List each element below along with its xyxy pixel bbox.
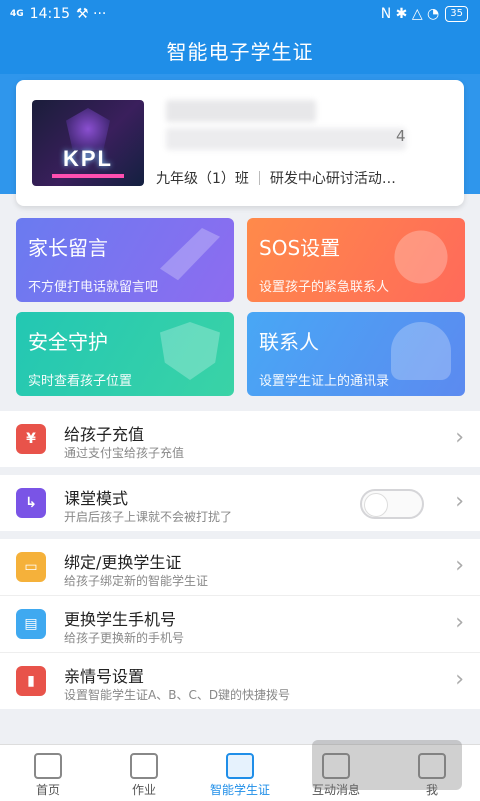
divider [258, 171, 260, 185]
student-profile-card[interactable]: KPL 4 九年级（1）班 研发中心研讨活动… [16, 80, 464, 206]
tile-title: 联系人 [259, 330, 319, 354]
toggle-knob [364, 493, 388, 517]
tile-title: 安全守护 [28, 330, 108, 354]
homework-icon [130, 753, 158, 779]
recharge-row[interactable]: ¥ 给孩子充值 通过支付宝给孩子充值 › [0, 411, 480, 467]
person-icon [391, 322, 451, 380]
class-name: 九年级（1）班 [156, 171, 249, 187]
safety-guard-tile[interactable]: 安全守护 实时查看孩子位置 [16, 312, 234, 396]
settings-group: ▭ 绑定/更换学生证 给孩子绑定新的智能学生证 › ▤ 更换学生手机号 给孩子更… [0, 539, 480, 709]
class-info: 九年级（1）班 研发中心研讨活动… [156, 168, 396, 188]
row-subtitle: 设置智能学生证A、B、C、D键的快捷拨号 [64, 688, 291, 702]
tile-subtitle: 设置学生证上的通讯录 [259, 374, 390, 389]
feature-tiles: 家长留言 不方便打电话就留言吧 SOS设置 设置孩子的紧急联系人 安全守护 实时… [16, 218, 465, 398]
clock: 14:15 [29, 6, 71, 22]
row-title: 给孩子充值 [64, 425, 145, 444]
system-icons: N ✱ △ ◔ [380, 6, 440, 22]
chevron-right-icon: › [455, 667, 464, 692]
id-suffix: 4 [396, 127, 406, 145]
student-card-icon [226, 753, 254, 779]
pencil-icon [160, 228, 220, 281]
tab-label: 作业 [131, 783, 156, 797]
status-extras: ⚒ ··· [76, 6, 107, 22]
status-bar: 4G 14:15 ⚒ ··· N ✱ △ ◔ 35 [0, 0, 480, 30]
class-mode-group: ↳ 课堂模式 开启后孩子上课就不会被打扰了 › [0, 475, 480, 531]
family-number-row[interactable]: ▮ 亲情号设置 设置智能学生证A、B、C、D键的快捷拨号 › [0, 652, 480, 709]
class-mode-icon: ↳ [16, 488, 46, 518]
tile-title: 家长留言 [28, 236, 108, 260]
bind-card-row[interactable]: ▭ 绑定/更换学生证 给孩子绑定新的智能学生证 › [0, 539, 480, 595]
row-subtitle: 给孩子更换新的手机号 [64, 631, 185, 645]
chevron-right-icon: › [455, 610, 464, 635]
family-phone-icon: ▮ [16, 666, 46, 696]
avatar-logo-text: KPL [63, 146, 113, 171]
row-title: 课堂模式 [64, 489, 129, 508]
school-name: 研发中心研讨活动… [269, 171, 396, 187]
class-mode-row[interactable]: ↳ 课堂模式 开启后孩子上课就不会被打扰了 › [0, 475, 480, 531]
home-icon [34, 753, 62, 779]
change-phone-row[interactable]: ▤ 更换学生手机号 给孩子更换新的手机号 › [0, 595, 480, 652]
crest-icon [66, 108, 110, 150]
tab-home[interactable]: 首页 [0, 745, 96, 801]
chevron-right-icon: › [455, 553, 464, 578]
chevron-right-icon: › [455, 489, 464, 514]
class-mode-toggle[interactable] [360, 489, 424, 519]
signal-label: 4G [10, 9, 24, 19]
row-subtitle: 给孩子绑定新的智能学生证 [64, 574, 209, 588]
tab-homework[interactable]: 作业 [96, 745, 192, 801]
phone-number-icon: ▤ [16, 609, 46, 639]
contacts-tile[interactable]: 联系人 设置学生证上的通讯录 [247, 312, 465, 396]
yuan-icon: ¥ [16, 424, 46, 454]
recharge-group: ¥ 给孩子充值 通过支付宝给孩子充值 › [0, 411, 480, 467]
tile-subtitle: 设置孩子的紧急联系人 [259, 280, 390, 295]
parent-message-tile[interactable]: 家长留言 不方便打电话就留言吧 [16, 218, 234, 302]
tab-label: 智能学生证 [209, 783, 270, 797]
row-title: 绑定/更换学生证 [64, 553, 182, 572]
row-subtitle: 通过支付宝给孩子充值 [64, 446, 185, 460]
tab-student-card[interactable]: 智能学生证 [192, 745, 288, 801]
row-title: 更换学生手机号 [64, 610, 177, 629]
tile-subtitle: 不方便打电话就留言吧 [28, 280, 159, 295]
watermark-overlay [312, 740, 462, 790]
page-title: 智能电子学生证 [0, 30, 480, 74]
row-subtitle: 开启后孩子上课就不会被打扰了 [64, 510, 233, 524]
avatar: KPL [32, 100, 144, 186]
tile-title: SOS设置 [259, 236, 341, 260]
battery-icon: 35 [445, 6, 468, 22]
sos-icon [394, 230, 448, 284]
tile-subtitle: 实时查看孩子位置 [28, 374, 133, 389]
sos-settings-tile[interactable]: SOS设置 设置孩子的紧急联系人 [247, 218, 465, 302]
tab-label: 首页 [35, 783, 60, 797]
card-icon: ▭ [16, 552, 46, 582]
blurred-name [166, 100, 316, 122]
blurred-id [166, 128, 406, 150]
row-title: 亲情号设置 [64, 667, 145, 686]
shield-icon [160, 322, 220, 380]
chevron-right-icon: › [455, 425, 464, 450]
